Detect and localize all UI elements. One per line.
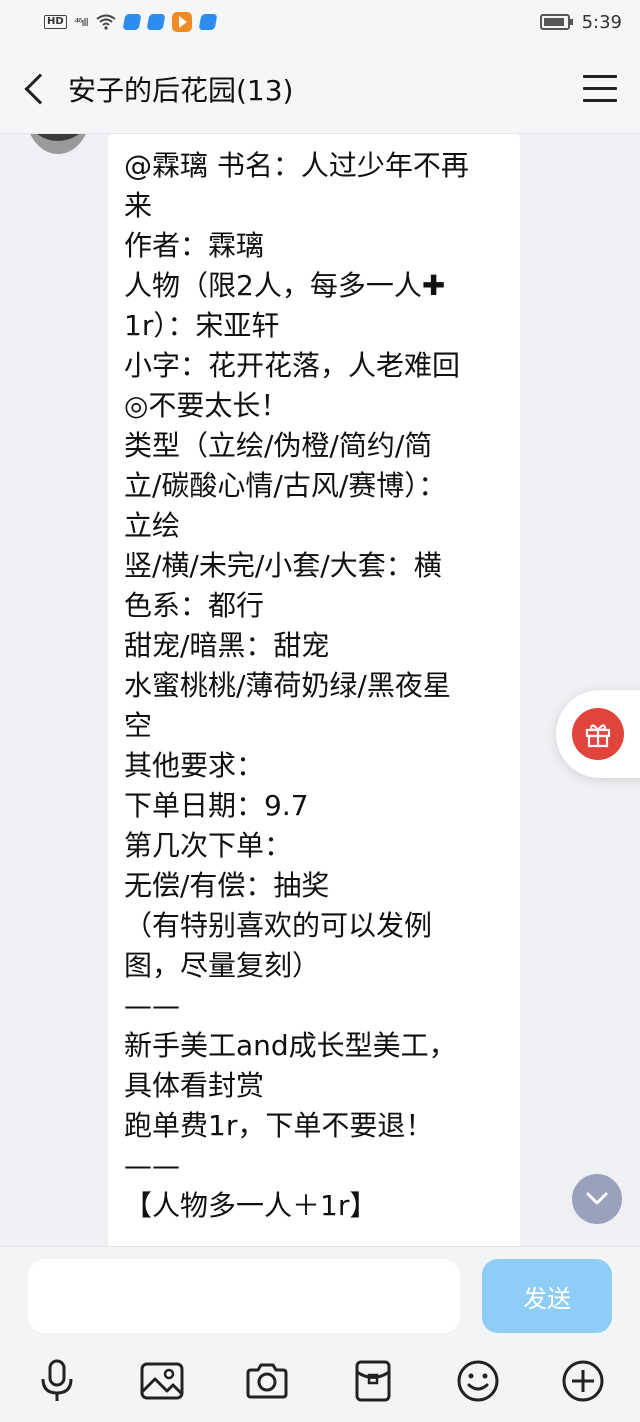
- hamburger-menu-icon: [583, 75, 617, 78]
- scroll-to-bottom-button[interactable]: [572, 1174, 622, 1224]
- status-indicators: HD ⁴⁶ıll: [44, 12, 218, 32]
- message-line: ◎不要太长！: [124, 389, 289, 422]
- message-line: 色系：都行: [124, 589, 265, 622]
- video-app-icon: [171, 12, 192, 32]
- message-line: ——: [124, 1149, 180, 1182]
- message-line: 其他要求：: [124, 749, 265, 782]
- microphone-icon: [41, 1359, 73, 1401]
- status-right: 5:39: [539, 11, 622, 33]
- camera-icon: [246, 1363, 288, 1399]
- red-packet-button[interactable]: [345, 1353, 401, 1409]
- message-line: 类型（立绘/伪橙/简约/简: [124, 429, 433, 462]
- avatar[interactable]: [26, 134, 90, 154]
- message-line: 【人物多一人＋1r】: [124, 1189, 378, 1222]
- message-line: 下单日期：9.7: [124, 789, 309, 822]
- status-bar: HD ⁴⁶ıll 5:39: [0, 0, 640, 44]
- camera-button[interactable]: [239, 1353, 295, 1409]
- image-icon: [140, 1362, 184, 1400]
- message-line: 人物（限2人，每多一人✚: [124, 269, 446, 302]
- plus-icon: [562, 1360, 604, 1402]
- message-line: 小字：花开花落，人老难回: [124, 349, 461, 382]
- menu-button[interactable]: [560, 44, 640, 134]
- hd-indicator: HD: [44, 15, 67, 29]
- emoji-button[interactable]: [450, 1353, 506, 1409]
- message-line: 立绘: [124, 509, 181, 542]
- message-line: @霖璃 书名：人过少年不再: [124, 149, 469, 182]
- red-packet-icon: [355, 1360, 391, 1402]
- message-line: 跑单费1r，下单不要退！: [124, 1109, 434, 1142]
- message-line: 新手美工and成长型美工，: [124, 1029, 457, 1062]
- message-line: 来: [124, 189, 153, 222]
- voice-button[interactable]: [29, 1353, 85, 1409]
- signal-icon: ⁴⁶ıll: [74, 15, 89, 29]
- message-line: 空: [124, 709, 153, 742]
- message-line: 第几次下单：: [124, 829, 293, 862]
- wifi-icon: [96, 14, 116, 30]
- app-notification-icon: [198, 14, 218, 30]
- message-line: 作者：霖璃: [124, 229, 265, 262]
- message-bubble[interactable]: @霖璃 书名：人过少年不再 来 作者：霖璃 人物（限2人，每多一人✚ 1r）：宋…: [108, 134, 520, 1246]
- message-line: 立/碳酸心情/古风/赛博）：: [124, 469, 447, 502]
- message-line: 水蜜桃桃/薄荷奶绿/黑夜星: [124, 669, 451, 702]
- app-notification-icon: [122, 14, 142, 30]
- app-notification-icon: [146, 14, 166, 30]
- emoji-icon: [457, 1360, 499, 1402]
- message-line: ——: [124, 989, 180, 1022]
- message-line: （有特别喜欢的可以发例: [124, 909, 433, 942]
- chat-title: 安子的后花园(13): [68, 73, 294, 107]
- message-input[interactable]: [28, 1259, 460, 1333]
- message-line: 具体看封赏: [124, 1069, 265, 1102]
- message-line: 无偿/有偿：抽奖: [124, 869, 330, 902]
- chevron-left-icon: [24, 72, 56, 105]
- photo-button[interactable]: [134, 1353, 190, 1409]
- message-line: 1r）：宋亚轩: [124, 309, 280, 342]
- message-line: 竖/横/未完/小套/大套：横: [124, 549, 442, 582]
- battery-icon: [539, 14, 573, 30]
- chat-messages[interactable]: @霖璃 书名：人过少年不再 来 作者：霖璃 人物（限2人，每多一人✚ 1r）：宋…: [0, 134, 640, 1246]
- input-toolbar: [0, 1351, 640, 1411]
- message-line: 甜宠/暗黑：甜宠: [124, 629, 330, 662]
- gift-icon: [572, 708, 624, 760]
- input-bar: 发送: [0, 1246, 640, 1422]
- gift-button[interactable]: [556, 690, 640, 778]
- message-line: 图，尽量复刻）: [124, 949, 321, 982]
- send-button[interactable]: 发送: [482, 1259, 612, 1333]
- clock: 5:39: [581, 11, 622, 33]
- more-button[interactable]: [555, 1353, 611, 1409]
- chat-header: 安子的后花园(13): [0, 44, 640, 134]
- chevron-down-icon: [586, 1192, 608, 1205]
- back-button[interactable]: [0, 44, 70, 134]
